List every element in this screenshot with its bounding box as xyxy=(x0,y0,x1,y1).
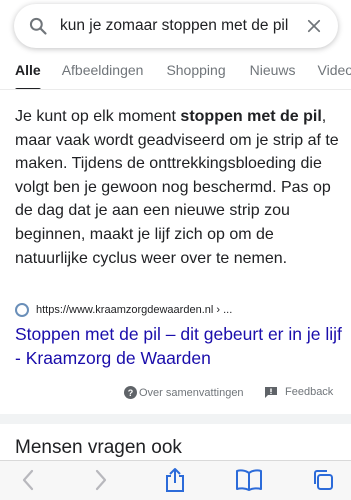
tab-afbeeldingen[interactable]: Afbeeldingen xyxy=(62,56,144,89)
people-also-ask-heading: Mensen vragen ook xyxy=(15,437,182,458)
result-title-link[interactable]: Stoppen met de pil – dit gebeurt er in j… xyxy=(15,322,343,370)
browser-toolbar xyxy=(0,460,351,500)
tab-shopping[interactable]: Shopping xyxy=(166,56,225,89)
snippet-text-end: , maar vaak wordt geadviseerd om je stri… xyxy=(15,108,339,267)
search-input[interactable]: kun je zomaar stoppen met de pil xyxy=(60,17,302,35)
about-summaries-label: Over samenvattingen xyxy=(139,386,244,399)
feedback-icon xyxy=(265,386,277,398)
back-icon[interactable] xyxy=(15,467,41,493)
about-summaries-button[interactable]: ? Over samenvattingen xyxy=(124,386,244,399)
tabs-icon[interactable] xyxy=(310,467,336,493)
snippet-text-start: Je kunt op elk moment xyxy=(15,108,181,125)
tab-alle[interactable]: Alle xyxy=(15,56,41,89)
site-favicon-icon xyxy=(15,303,29,317)
bookmarks-icon[interactable] xyxy=(236,467,262,493)
feedback-button[interactable]: Feedback xyxy=(265,386,333,398)
search-bar[interactable]: kun je zomaar stoppen met de pil xyxy=(14,4,338,48)
tab-videos[interactable]: Video's xyxy=(318,56,351,89)
featured-snippet: Je kunt op elk moment stoppen met de pil… xyxy=(15,105,340,270)
question-icon: ? xyxy=(124,386,137,399)
tab-nieuws[interactable]: Nieuws xyxy=(250,56,296,89)
source-url[interactable]: https://www.kraamzorgdewaarden.nl › ... xyxy=(36,304,232,316)
close-icon[interactable] xyxy=(302,14,326,38)
forward-icon[interactable] xyxy=(88,467,114,493)
search-tabs: Alle Afbeeldingen Shopping Nieuws Video'… xyxy=(0,56,351,90)
search-icon xyxy=(26,14,50,38)
snippet-footer: ? Over samenvattingen Feedback xyxy=(0,386,351,406)
section-divider xyxy=(0,414,351,424)
share-icon[interactable] xyxy=(162,467,188,493)
snippet-highlight: stoppen met de pil xyxy=(180,108,322,125)
feedback-label: Feedback xyxy=(285,386,334,398)
source-line[interactable]: https://www.kraamzorgdewaarden.nl › ... xyxy=(15,303,232,317)
